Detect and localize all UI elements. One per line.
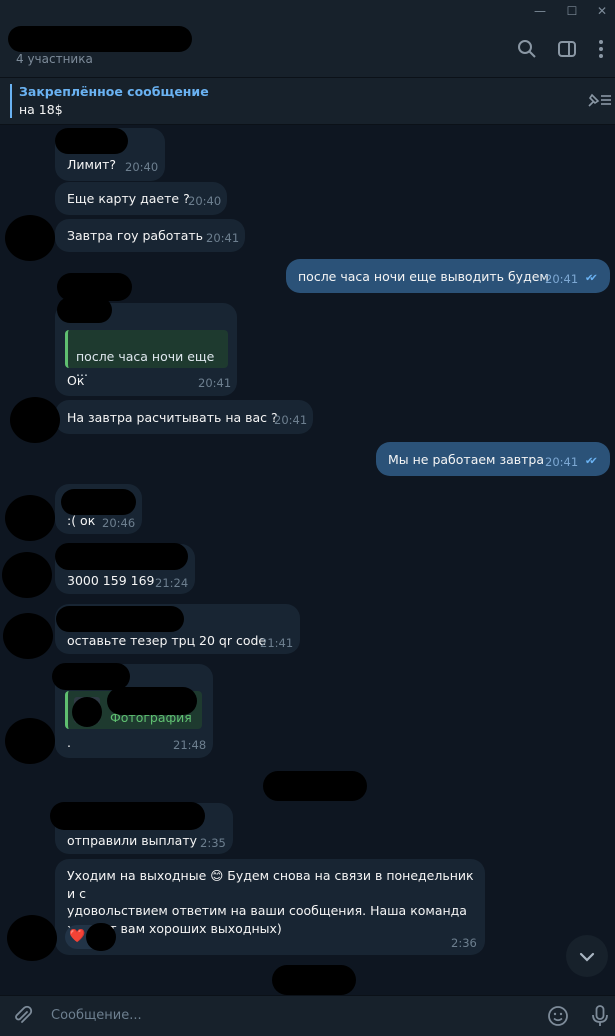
message-composer: Сообщение... bbox=[0, 995, 615, 1036]
message-text: Лимит? bbox=[67, 157, 116, 172]
message-line: Уходим на выходные 😊 Будем снова на связ… bbox=[67, 868, 474, 901]
minimize-icon[interactable]: — bbox=[530, 2, 550, 20]
message-bubble-outgoing[interactable]: Мы не работаем завтра 20:41 ✔✔ bbox=[376, 442, 610, 476]
message-text: :( ок bbox=[67, 513, 96, 528]
message-bubble[interactable]: Уходим на выходные 😊 Будем снова на связ… bbox=[55, 859, 485, 955]
scroll-down-icon bbox=[579, 952, 595, 962]
message-time: 20:40 bbox=[125, 160, 159, 174]
message-bubble[interactable]: На завтра расчитывать на вас ? 20:41 bbox=[55, 400, 313, 434]
chat-header: 4 участника bbox=[0, 22, 615, 78]
message-list[interactable]: Лимит? 20:40 Еще карту даете ? 20:40 Зав… bbox=[0, 125, 615, 995]
sidebar-icon[interactable] bbox=[556, 38, 578, 60]
message-time: 20:41 bbox=[545, 455, 579, 469]
redacted-chat-title bbox=[8, 26, 192, 52]
redacted-sender bbox=[50, 802, 205, 830]
redacted-sender bbox=[55, 543, 188, 570]
message-text: На завтра расчитывать на вас ? bbox=[67, 410, 278, 425]
pinned-text: на 18$ bbox=[19, 102, 63, 117]
scroll-down-button[interactable] bbox=[566, 935, 608, 977]
message-text: Завтра гоу работать bbox=[67, 228, 204, 243]
avatar[interactable] bbox=[5, 495, 55, 541]
message-text: Ок bbox=[67, 373, 85, 388]
message-text: после часа ночи еще выводить будем bbox=[298, 269, 549, 284]
redacted-sender bbox=[55, 128, 128, 154]
redacted-sender bbox=[57, 297, 112, 323]
message-text: отправили выплату bbox=[67, 833, 198, 848]
message-line: удовольствием ответим на ваши сообщения.… bbox=[67, 903, 467, 918]
message-time: 20:41 bbox=[545, 272, 579, 286]
window-titlebar: — ☐ ✕ bbox=[0, 0, 615, 22]
message-text: Уходим на выходные 😊 Будем снова на связ… bbox=[67, 867, 485, 937]
redacted-date-separator bbox=[272, 965, 356, 995]
avatar[interactable] bbox=[7, 915, 57, 961]
redacted-sender bbox=[56, 606, 184, 632]
pin-list-icon[interactable] bbox=[586, 91, 612, 109]
message-time: 20:41 bbox=[198, 376, 232, 390]
message-line: желает вам хороших выходных) bbox=[67, 920, 282, 936]
message-bubble[interactable]: Еще карту даете ? 20:40 bbox=[55, 182, 227, 215]
close-icon[interactable]: ✕ bbox=[592, 2, 612, 20]
reply-preview[interactable]: после часа ночи еще ... bbox=[65, 330, 228, 379]
avatar[interactable] bbox=[2, 552, 52, 598]
maximize-icon[interactable]: ☐ bbox=[562, 2, 582, 20]
avatar[interactable] bbox=[5, 215, 55, 261]
message-time: 21:24 bbox=[155, 576, 189, 590]
message-bubble-outgoing[interactable]: после часа ночи еще выводить будем 20:41… bbox=[286, 259, 610, 293]
attach-icon[interactable] bbox=[12, 1005, 34, 1027]
heart-icon: ❤️ bbox=[69, 929, 86, 944]
message-bubble[interactable]: Завтра гоу работать 20:41 bbox=[55, 219, 245, 252]
microphone-icon[interactable] bbox=[588, 1003, 612, 1029]
message-time: 21:41 bbox=[260, 636, 294, 650]
message-text: 3000 159 169 bbox=[67, 573, 155, 588]
pinned-title: Закреплённое сообщение bbox=[19, 84, 209, 99]
message-text: Мы не работаем завтра bbox=[388, 452, 544, 467]
avatar[interactable] bbox=[3, 613, 53, 659]
redacted-reaction-avatar bbox=[86, 923, 116, 951]
message-time: 2:35 bbox=[200, 836, 226, 850]
redacted-thumbnail bbox=[72, 697, 102, 727]
redacted-date-separator bbox=[263, 771, 367, 801]
redacted-sender bbox=[107, 687, 197, 715]
participants-count: 4 участника bbox=[16, 52, 93, 66]
message-time: 2:36 bbox=[451, 936, 477, 950]
redacted-sender bbox=[52, 663, 130, 690]
avatar[interactable] bbox=[5, 718, 55, 764]
message-text: Еще карту даете ? bbox=[67, 191, 190, 206]
read-check-icon: ✔✔ bbox=[585, 456, 598, 467]
message-time: 20:40 bbox=[188, 194, 222, 208]
reply-text: после часа ночи еще ... bbox=[76, 349, 215, 379]
message-text: . bbox=[67, 735, 71, 750]
message-time: 21:48 bbox=[173, 738, 207, 752]
read-check-icon: ✔✔ bbox=[585, 273, 598, 284]
message-input[interactable]: Сообщение... bbox=[51, 1008, 142, 1023]
more-icon[interactable] bbox=[590, 38, 612, 60]
reaction-chip[interactable]: ❤️ bbox=[65, 923, 116, 951]
emoji-icon[interactable] bbox=[546, 1004, 570, 1028]
message-time: 20:41 bbox=[206, 231, 240, 245]
message-time: 20:46 bbox=[102, 516, 136, 530]
pinned-message[interactable]: Закреплённое сообщение на 18$ bbox=[0, 78, 615, 125]
redacted-sender bbox=[61, 489, 136, 515]
search-icon[interactable] bbox=[516, 38, 538, 60]
message-text: оставьте тезер трц 20 qr code bbox=[67, 633, 267, 648]
pinned-accent-bar bbox=[10, 84, 12, 118]
message-time: 20:41 bbox=[274, 413, 308, 427]
avatar[interactable] bbox=[10, 397, 60, 443]
